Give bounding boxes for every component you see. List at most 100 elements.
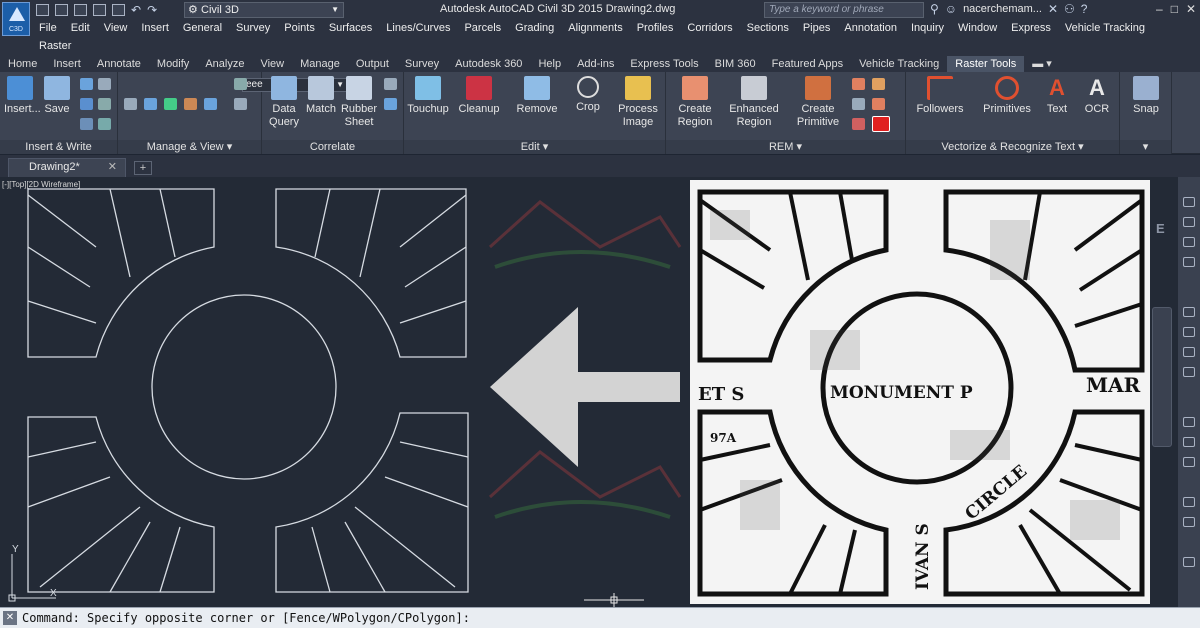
panel-title-vectorize[interactable]: Vectorize & Recognize Text ▾ (906, 140, 1119, 154)
help-icon[interactable]: ? (1081, 2, 1088, 16)
strip-tool-icon[interactable] (1183, 347, 1195, 357)
strip-tool-icon[interactable] (1183, 217, 1195, 227)
strip-tool-icon[interactable] (1183, 327, 1195, 337)
tab-featured-apps[interactable]: Featured Apps (764, 56, 852, 72)
drawing-canvas[interactable]: [-][Top][2D Wireframe] ET S MONUMENT P M… (0, 177, 1200, 607)
process-image-button[interactable]: Process Image (614, 76, 662, 129)
menu-item-raster[interactable]: Raster (36, 40, 71, 52)
image-frame-icon[interactable] (98, 78, 111, 90)
menu-item-file[interactable]: File (36, 20, 68, 36)
strip-tool-icon[interactable] (1183, 237, 1195, 247)
crop-button[interactable]: Crop (568, 76, 608, 114)
view-zoom-icon[interactable] (124, 98, 137, 110)
connect-icon[interactable]: ⚇ (1064, 2, 1075, 16)
view-fit-icon[interactable] (164, 98, 177, 110)
menu-item-insert[interactable]: Insert (138, 20, 180, 36)
rem-color-swatch[interactable] (872, 116, 890, 132)
menu-item-parcels[interactable]: Parcels (461, 20, 512, 36)
tab-raster-tools[interactable]: Raster Tools (947, 56, 1025, 72)
menu-item-profiles[interactable]: Profiles (634, 20, 685, 36)
close-icon[interactable]: ✕ (3, 611, 17, 625)
strip-tool-icon[interactable] (1183, 257, 1195, 267)
menu-item-corridors[interactable]: Corridors (684, 20, 743, 36)
correlate-source-icon[interactable] (384, 78, 397, 90)
rem-copy-icon[interactable] (852, 78, 865, 90)
strip-tool-icon[interactable] (1183, 307, 1195, 317)
menu-item-view[interactable]: View (101, 20, 139, 36)
save-button[interactable]: Save (42, 76, 72, 116)
tab-help[interactable]: Help (530, 56, 569, 72)
panel-title-edit[interactable]: Edit ▾ (404, 140, 665, 154)
followers-button[interactable]: Followers (910, 76, 970, 116)
cleanup-button[interactable]: Cleanup (456, 76, 502, 116)
rubber-sheet-button[interactable]: Rubber Sheet (340, 76, 378, 129)
primitives-button[interactable]: Primitives (976, 76, 1038, 116)
command-line[interactable]: ✕ Command: Specify opposite corner or [F… (0, 607, 1200, 628)
new-file-icon[interactable] (36, 4, 49, 16)
menu-item-inquiry[interactable]: Inquiry (908, 20, 955, 36)
panel-title-snap[interactable]: ▾ (1120, 140, 1171, 154)
menu-item-pipes[interactable]: Pipes (800, 20, 842, 36)
rem-paste-icon[interactable] (872, 78, 885, 90)
maximize-icon[interactable]: □ (1171, 2, 1178, 16)
save-icon[interactable] (74, 4, 87, 16)
document-tab[interactable]: Drawing2* ✕ (8, 158, 126, 177)
undo-icon[interactable]: ↶ (131, 3, 141, 17)
panel-title-rem[interactable]: REM ▾ (666, 140, 905, 154)
rem-options-icon[interactable] (852, 118, 865, 130)
save-as-icon[interactable] (93, 4, 106, 16)
ocr-button[interactable]: A OCR (1080, 76, 1114, 116)
tab-view[interactable]: View (252, 56, 292, 72)
rem-clip-icon[interactable] (872, 98, 885, 110)
strip-tool-icon[interactable] (1183, 417, 1195, 427)
menu-item-alignments[interactable]: Alignments (565, 20, 633, 36)
open-file-icon[interactable] (55, 4, 68, 16)
ribbon-minimize-icon[interactable]: ▬ ▾ (1024, 56, 1060, 72)
user-icon[interactable]: ☺ (945, 2, 957, 16)
menu-item-vehicle-tracking[interactable]: Vehicle Tracking (1062, 20, 1156, 36)
rem-merge-icon[interactable] (852, 98, 865, 110)
new-tab-button[interactable]: + (134, 161, 152, 175)
tab-autodesk-360[interactable]: Autodesk 360 (447, 56, 530, 72)
menu-item-grading[interactable]: Grading (512, 20, 565, 36)
snap-button[interactable]: Snap (1126, 76, 1166, 116)
menu-item-annotation[interactable]: Annotation (841, 20, 908, 36)
user-name[interactable]: nacerchemam... (963, 3, 1042, 15)
remove-button[interactable]: Remove (514, 76, 560, 116)
view-pan-icon[interactable] (144, 98, 157, 110)
data-query-button[interactable]: Data Query (266, 76, 302, 129)
image-info-icon[interactable] (80, 98, 93, 110)
panel-title-manage-view[interactable]: Manage & View ▾ (118, 140, 261, 154)
tab-annotate[interactable]: Annotate (89, 56, 149, 72)
close-icon[interactable]: ✕ (108, 159, 117, 176)
enhanced-region-button[interactable]: Enhanced Region (726, 76, 782, 129)
application-menu-button[interactable]: C3D (2, 2, 30, 36)
menu-item-sections[interactable]: Sections (744, 20, 800, 36)
tab-home[interactable]: Home (0, 56, 45, 72)
navigation-bar[interactable] (1152, 307, 1172, 447)
strip-tool-icon[interactable] (1183, 367, 1195, 377)
menu-item-points[interactable]: Points (281, 20, 326, 36)
redo-icon[interactable]: ↷ (147, 3, 157, 17)
create-primitive-button[interactable]: Create Primitive (790, 76, 846, 129)
tab-express-tools[interactable]: Express Tools (622, 56, 706, 72)
view-transparency-icon[interactable] (204, 98, 217, 110)
tab-bim-360[interactable]: BIM 360 (707, 56, 764, 72)
correlate-dest-icon[interactable] (384, 98, 397, 110)
layer-properties-icon[interactable] (234, 78, 247, 90)
image-detach-icon[interactable] (98, 98, 111, 110)
image-manager-icon[interactable] (80, 78, 93, 90)
strip-tool-icon[interactable] (1183, 457, 1195, 467)
minimize-icon[interactable]: – (1156, 2, 1163, 16)
strip-tool-icon[interactable] (1183, 557, 1195, 567)
search-input[interactable]: Type a keyword or phrase (764, 2, 924, 18)
strip-tool-icon[interactable] (1183, 517, 1195, 527)
close-icon[interactable]: ✕ (1186, 2, 1196, 16)
menu-item-lines-curves[interactable]: Lines/Curves (383, 20, 461, 36)
menu-item-window[interactable]: Window (955, 20, 1008, 36)
tab-manage[interactable]: Manage (292, 56, 348, 72)
workspace-select[interactable]: ⚙ Civil 3D ▼ (184, 2, 344, 18)
image-export-icon[interactable] (98, 118, 111, 130)
touchup-button[interactable]: Touchup (406, 76, 450, 116)
view-edit-icon[interactable] (184, 98, 197, 110)
